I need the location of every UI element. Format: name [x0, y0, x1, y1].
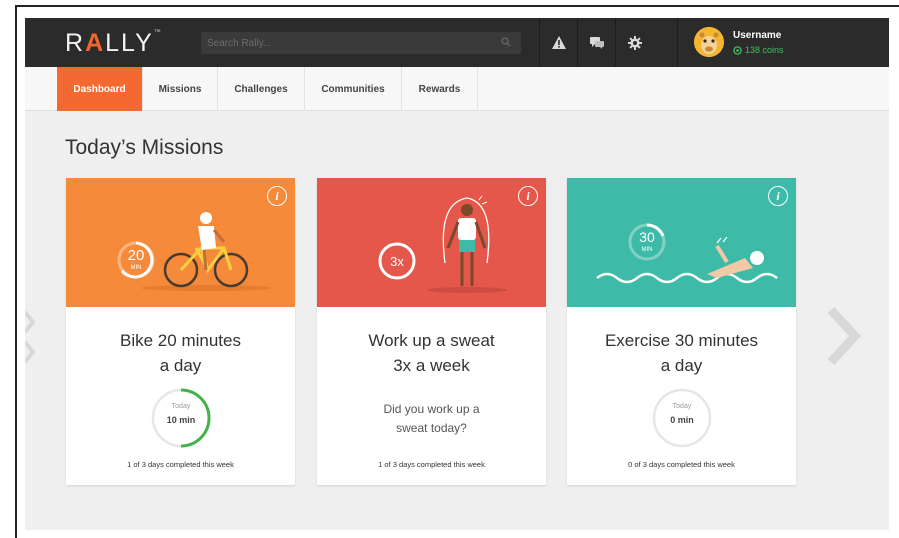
- main-nav: Dashboard Missions Challenges Communitie…: [25, 67, 889, 111]
- info-icon[interactable]: i: [518, 186, 538, 206]
- mission-title-line-2: 3x a week: [393, 356, 470, 375]
- question-line-2: sweat today?: [396, 421, 467, 435]
- previous-arrow-icon[interactable]: [25, 308, 35, 368]
- daily-question[interactable]: Did you work up a sweat today?: [317, 400, 546, 438]
- info-icon[interactable]: i: [267, 186, 287, 206]
- search-icon[interactable]: [501, 37, 511, 47]
- mission-title-line-2: a day: [159, 356, 202, 375]
- mission-title-line-1: Exercise 30 minutes: [604, 331, 759, 350]
- coin-balance: 138 coins: [733, 45, 784, 55]
- rally-logo[interactable]: RALLY™: [65, 29, 163, 58]
- app-window: RALLY™ Username 138 coins Dashboard: [25, 18, 889, 530]
- mission-title-line-2: a day: [660, 356, 703, 375]
- tab-dashboard[interactable]: Dashboard: [57, 67, 143, 111]
- giraffe-avatar-icon: [694, 27, 724, 57]
- exercise-badge-unit: MIN: [642, 247, 653, 253]
- username[interactable]: Username: [733, 30, 781, 41]
- coin-count: 138 coins: [745, 45, 784, 55]
- info-icon[interactable]: i: [768, 186, 788, 206]
- page-title: Today’s Missions: [65, 136, 224, 159]
- logo-letter-a: A: [85, 29, 106, 57]
- progress-ring[interactable]: Today 10 min: [150, 387, 212, 449]
- mission-hero: 3x: [317, 178, 546, 307]
- next-arrow-icon[interactable]: [823, 306, 863, 366]
- weekly-progress-text: 1 of 3 days completed this week: [378, 460, 485, 469]
- mission-title: Exercise 30 minutes a day: [567, 328, 796, 378]
- tab-rewards[interactable]: Rewards: [402, 67, 478, 111]
- search-input[interactable]: [207, 35, 487, 51]
- top-bar: RALLY™ Username 138 coins: [25, 18, 889, 67]
- weekly-progress-text: 1 of 3 days completed this week: [127, 460, 234, 469]
- coin-icon: [733, 45, 742, 55]
- chat-bubbles-icon: [589, 36, 604, 49]
- bike-badge-unit: MIN: [131, 265, 142, 271]
- settings-button[interactable]: [615, 18, 653, 67]
- exercise-badge-value: 30: [639, 229, 655, 245]
- mission-title-line-1: Bike 20 minutes: [120, 331, 241, 350]
- tab-communities[interactable]: Communities: [305, 67, 402, 111]
- tab-challenges[interactable]: Challenges: [218, 67, 305, 111]
- mission-title: Work up a sweat 3x a week: [317, 328, 546, 378]
- alerts-button[interactable]: [539, 18, 577, 67]
- sweat-badge-value: 3x: [390, 254, 404, 269]
- ring-value: 0 min: [670, 415, 694, 425]
- search-box[interactable]: [201, 32, 521, 54]
- mission-title-line-1: Work up a sweat: [368, 331, 495, 350]
- ring-label: Today: [171, 403, 191, 410]
- user-menu[interactable]: Username 138 coins: [677, 18, 889, 67]
- mission-card-exercise[interactable]: 30 MIN i Exercise 30 minutes a day Today…: [567, 178, 796, 485]
- mission-card-sweat[interactable]: 3x i Work up a sweat 3x a week Did you w…: [317, 178, 546, 485]
- messages-button[interactable]: [577, 18, 615, 67]
- cyclist-illustration-icon: 20 MIN: [117, 212, 271, 291]
- swimmer-illustration-icon: 30 MIN: [596, 223, 778, 284]
- ring-value: 10 min: [166, 415, 196, 425]
- logo-letters-lly: LLY: [105, 29, 154, 57]
- ring-label: Today: [672, 403, 692, 410]
- logo-letter-r: R: [65, 29, 86, 57]
- avatar[interactable]: [694, 27, 724, 57]
- warning-icon: [551, 36, 566, 49]
- mission-hero: 20 MIN: [66, 178, 295, 307]
- mission-hero: 30 MIN: [567, 178, 796, 307]
- jump-rope-illustration-icon: 3x: [378, 195, 507, 293]
- progress-ring[interactable]: Today 0 min: [651, 387, 713, 449]
- tab-missions[interactable]: Missions: [143, 67, 218, 111]
- weekly-progress-text: 0 of 3 days completed this week: [628, 460, 735, 469]
- bike-badge-value: 20: [128, 247, 145, 264]
- mission-title: Bike 20 minutes a day: [66, 328, 295, 378]
- trademark-mark: ™: [153, 29, 163, 36]
- gear-icon: [627, 35, 642, 50]
- mission-card-bike[interactable]: 20 MIN i Bike 20 minutes a day Today 10 …: [66, 178, 295, 485]
- question-line-1: Did you work up a: [383, 402, 480, 416]
